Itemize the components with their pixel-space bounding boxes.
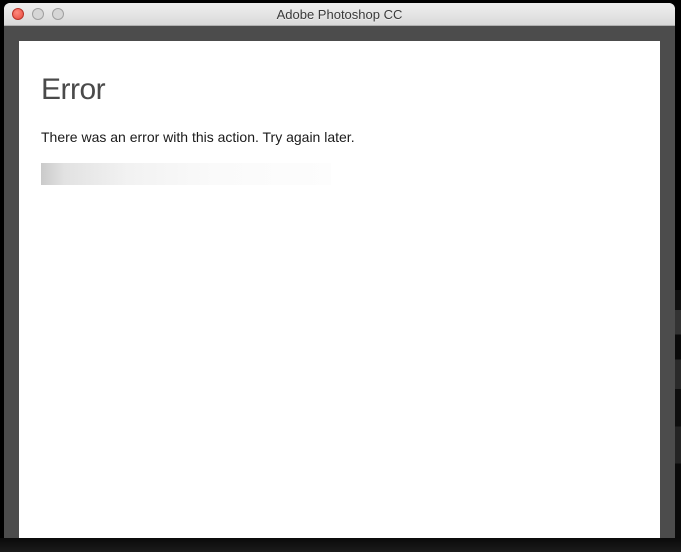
background-artifact — [675, 290, 681, 538]
error-heading: Error — [41, 73, 638, 107]
window-controls — [12, 8, 64, 20]
application-window: Adobe Photoshop CC Error There was an er… — [4, 3, 675, 538]
window-titlebar[interactable]: Adobe Photoshop CC — [4, 3, 675, 26]
dialog-frame: Error There was an error with this actio… — [4, 26, 675, 538]
error-message: There was an error with this action. Try… — [41, 129, 638, 145]
minimize-button[interactable] — [32, 8, 44, 20]
background-artifact — [0, 538, 681, 552]
progress-bar — [41, 163, 331, 185]
maximize-button[interactable] — [52, 8, 64, 20]
window-title: Adobe Photoshop CC — [277, 7, 403, 22]
close-button[interactable] — [12, 8, 24, 20]
dialog-content: Error There was an error with this actio… — [19, 41, 660, 538]
